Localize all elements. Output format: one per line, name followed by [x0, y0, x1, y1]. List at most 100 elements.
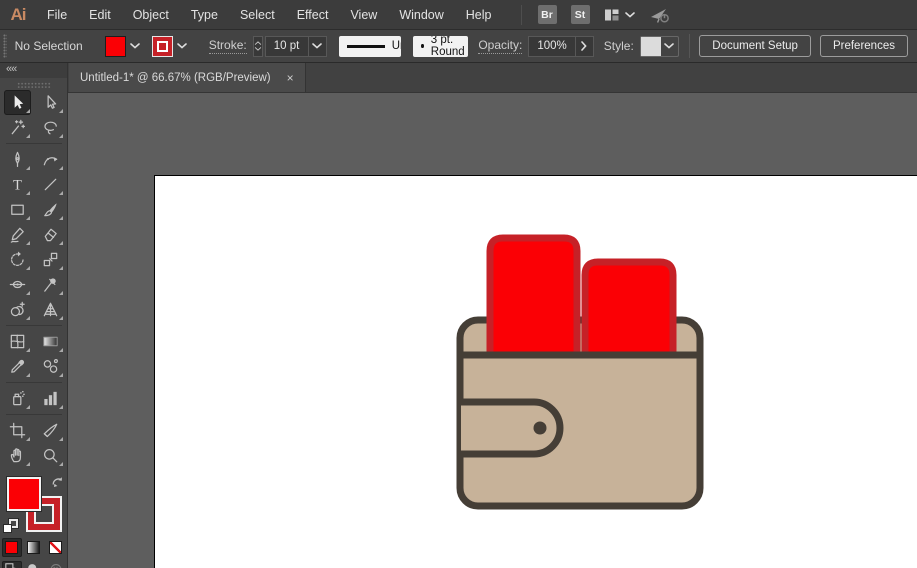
mesh-tool[interactable]: [4, 329, 31, 354]
width-tool[interactable]: [4, 272, 31, 297]
line-segment-tool[interactable]: [37, 172, 64, 197]
toolbar-grip[interactable]: [17, 82, 51, 88]
workspace-switcher[interactable]: [604, 8, 635, 22]
gradient-tool[interactable]: [37, 329, 64, 354]
pen-tool[interactable]: [4, 147, 31, 172]
card-left: [490, 238, 577, 358]
stroke-weight-label[interactable]: Stroke:: [209, 38, 247, 54]
pen-icon: [8, 150, 27, 169]
menu-select[interactable]: Select: [229, 0, 286, 30]
chevron-down-icon[interactable]: [664, 43, 674, 49]
swap-fill-stroke-icon[interactable]: [51, 475, 64, 493]
menu-help[interactable]: Help: [455, 0, 503, 30]
chevron-down-icon[interactable]: [177, 43, 187, 49]
stroke-weight-stepper[interactable]: [253, 36, 263, 57]
tool-flyout-indicator: [26, 266, 30, 270]
menu-effect[interactable]: Effect: [286, 0, 340, 30]
brush-definition-dropdown[interactable]: 3 pt. Round: [413, 36, 468, 57]
direct-selection-tool[interactable]: [37, 90, 64, 115]
rectangle-icon: [8, 200, 27, 219]
zoom-tool[interactable]: [37, 443, 64, 468]
gradient-button[interactable]: [24, 538, 44, 557]
controlbar-grip[interactable]: [3, 34, 7, 58]
tools-grid: T: [0, 90, 67, 468]
graphic-style-dropdown[interactable]: [640, 36, 679, 57]
eyedropper-tool[interactable]: [4, 354, 31, 379]
menu-file[interactable]: File: [36, 0, 78, 30]
shape-builder-tool[interactable]: [4, 297, 31, 322]
preferences-button[interactable]: Preferences: [820, 35, 908, 57]
chevron-down-icon[interactable]: [312, 43, 322, 49]
chevron-down-icon[interactable]: [130, 43, 140, 49]
eraser-tool[interactable]: [37, 222, 64, 247]
gpu-performance-icon[interactable]: [649, 6, 671, 24]
canvas[interactable]: [68, 93, 917, 568]
hand-tool[interactable]: [4, 443, 31, 468]
artboard-tool[interactable]: [4, 418, 31, 443]
document-setup-button[interactable]: Document Setup: [699, 35, 811, 57]
opacity-label[interactable]: Opacity:: [478, 38, 522, 54]
type-tool[interactable]: T: [4, 172, 31, 197]
menu-object[interactable]: Object: [122, 0, 180, 30]
lasso-tool[interactable]: [37, 115, 64, 140]
rotate-icon: [8, 250, 27, 269]
app-logo: Ai: [0, 5, 36, 25]
symbol-sprayer-tool[interactable]: [4, 386, 31, 411]
rectangle-tool[interactable]: [4, 197, 31, 222]
menu-view[interactable]: View: [339, 0, 388, 30]
stock-icon[interactable]: St: [571, 5, 590, 24]
width-profile-dropdown[interactable]: Uniform: [339, 36, 402, 57]
fill-indicator[interactable]: [7, 477, 41, 511]
stroke-color-widget[interactable]: [152, 36, 191, 57]
menu-type[interactable]: Type: [180, 0, 229, 30]
graphic-style-swatch[interactable]: [641, 37, 661, 56]
perspective-grid-tool[interactable]: [37, 297, 64, 322]
draw-normal-button[interactable]: [2, 561, 22, 568]
tool-flyout-indicator: [59, 462, 63, 466]
fill-color-swatch[interactable]: [105, 36, 126, 57]
stroke-color-swatch[interactable]: [152, 36, 173, 57]
stepper-up-icon[interactable]: [254, 41, 262, 45]
lasso-icon: [41, 118, 60, 137]
menu-window[interactable]: Window: [388, 0, 454, 30]
bridge-icon[interactable]: Br: [538, 5, 557, 24]
paintbrush-tool[interactable]: [37, 197, 64, 222]
column-graph-tool[interactable]: [37, 386, 64, 411]
blend-tool[interactable]: [37, 354, 64, 379]
document-tab-title[interactable]: Untitled-1* @ 66.67% (RGB/Preview): [80, 72, 271, 84]
toolbar-separator: [4, 140, 64, 147]
magic-wand-tool[interactable]: [4, 115, 31, 140]
menu-edit[interactable]: Edit: [78, 0, 122, 30]
draw-behind-button[interactable]: [24, 561, 44, 568]
rotate-tool[interactable]: [4, 247, 31, 272]
color-button[interactable]: [2, 538, 22, 557]
curvature-icon: [41, 150, 60, 169]
shaper-tool[interactable]: [4, 222, 31, 247]
tool-flyout-indicator: [59, 437, 63, 441]
toolbar-collapse-button[interactable]: ««: [0, 63, 67, 78]
chevron-right-icon[interactable]: [581, 41, 587, 51]
tool-flyout-indicator: [26, 437, 30, 441]
direct-selection-icon: [41, 93, 60, 112]
style-label: Style:: [604, 39, 634, 54]
opacity-field[interactable]: 100%: [528, 36, 593, 57]
selection-tool[interactable]: [4, 90, 31, 115]
none-button[interactable]: [46, 538, 66, 557]
slice-tool[interactable]: [37, 418, 64, 443]
opacity-value[interactable]: 100%: [529, 40, 574, 52]
curvature-tool[interactable]: [37, 147, 64, 172]
wallet-artwork[interactable]: [440, 220, 730, 520]
draw-inside-button[interactable]: [46, 561, 66, 568]
puppet-warp-tool[interactable]: [37, 272, 64, 297]
fill-color-widget[interactable]: [105, 36, 144, 57]
close-tab-icon[interactable]: ×: [287, 72, 294, 84]
default-fill-stroke-icon[interactable]: [3, 519, 19, 534]
stepper-down-icon[interactable]: [254, 47, 262, 51]
scale-tool[interactable]: [37, 247, 64, 272]
stroke-weight-field[interactable]: 10 pt: [265, 36, 327, 57]
stroke-weight-value[interactable]: 10 pt: [266, 40, 308, 52]
artboard-icon: [8, 421, 27, 440]
tool-flyout-indicator: [59, 348, 63, 352]
document-tab[interactable]: Untitled-1* @ 66.67% (RGB/Preview) ×: [69, 63, 306, 92]
width-profile-value: Uniform: [392, 40, 402, 52]
